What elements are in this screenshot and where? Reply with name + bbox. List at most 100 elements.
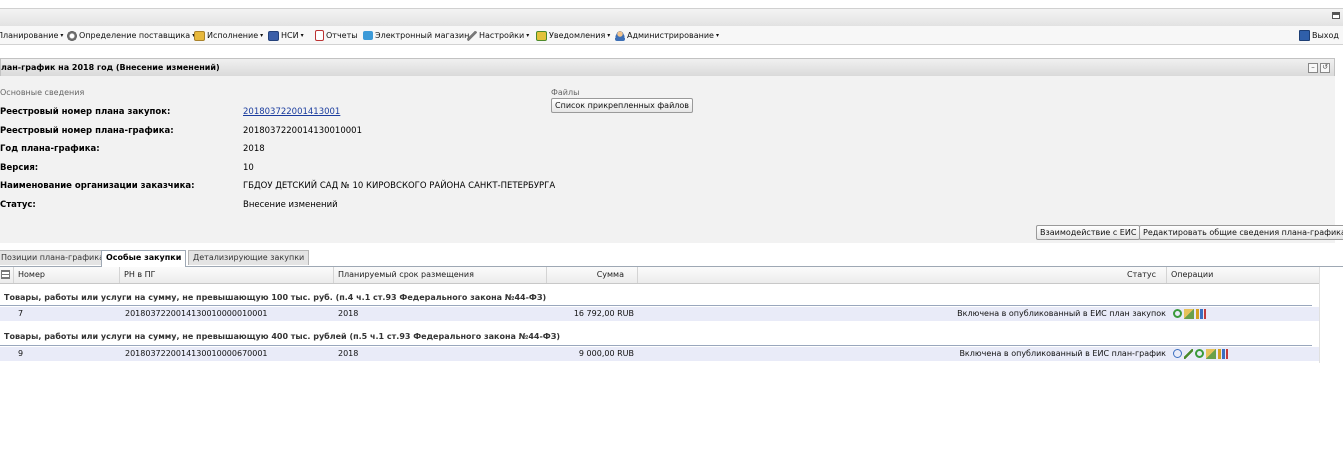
chart-icon[interactable]	[1218, 348, 1228, 359]
report-icon	[315, 30, 324, 41]
cell-rn: 2018037220014130010000670001	[125, 349, 268, 358]
history-icon[interactable]	[1173, 349, 1182, 358]
menu-label: Планирование	[0, 31, 59, 40]
refresh-arrows-icon[interactable]	[1195, 349, 1204, 358]
group-header[interactable]: Товары, работы или услуги на сумму, не п…	[4, 332, 560, 341]
attached-files-button[interactable]: Список прикрепленных файлов	[551, 98, 694, 113]
label-version: Версия:	[0, 163, 39, 173]
col-status[interactable]: Статус	[638, 267, 1167, 283]
cell-operations	[1173, 307, 1208, 321]
grid-scrollbar[interactable]	[1319, 267, 1329, 363]
table-row[interactable]: 9 2018037220014130010000670001 2018 9 00…	[0, 347, 1320, 361]
tab-detailed-purchases[interactable]: Детализирующие закупки	[188, 250, 310, 265]
menu-execution[interactable]: Исполнение ▾	[194, 30, 263, 41]
menu-planning[interactable]: Планирование ▾	[0, 30, 63, 41]
chevron-down-icon: ▾	[300, 32, 304, 39]
col-rn[interactable]: РН в ПГ	[120, 267, 334, 283]
cell-number: 7	[18, 309, 24, 318]
tab-special-purchases[interactable]: Особые закупки	[101, 250, 187, 267]
edit-general-info-button[interactable]: Редактировать общие сведения плана-графи…	[1139, 225, 1343, 240]
chevron-down-icon: ▾	[715, 32, 719, 39]
value-schedule-year: 2018	[243, 144, 265, 154]
menu-notifications[interactable]: Уведомления ▾	[536, 30, 610, 41]
chevron-down-icon: ▾	[526, 32, 530, 39]
value-version: 10	[243, 163, 254, 173]
section-files: Файлы	[551, 88, 580, 97]
pencil-icon[interactable]	[1184, 348, 1193, 359]
menu-label: НСИ	[281, 31, 299, 40]
window-titlebar	[0, 8, 1343, 27]
restore-window-icon[interactable]	[1332, 12, 1340, 19]
menu-label: Администрирование	[627, 31, 714, 40]
exit-icon	[1299, 30, 1310, 41]
col-operations[interactable]: Операции	[1167, 267, 1320, 283]
menu-supplier[interactable]: Определение поставщика▾	[67, 30, 195, 41]
menu-label: Электронный магазин	[375, 31, 470, 40]
plan-info-panel: Основные сведения Файлы Список прикрепле…	[0, 76, 1343, 243]
menu-nsi[interactable]: НСИ ▾	[268, 30, 304, 41]
label-customer-name: Наименование организации заказчика:	[0, 181, 195, 191]
chevron-down-icon: ▾	[260, 32, 264, 39]
chart-icon[interactable]	[1196, 308, 1206, 319]
menu-label: Исполнение	[207, 31, 259, 40]
menu-label: Уведомления	[549, 31, 606, 40]
book-icon	[268, 30, 279, 41]
group-divider	[0, 305, 1312, 306]
label-status: Статус:	[0, 200, 36, 210]
collapse-icon[interactable]: –	[1308, 63, 1318, 73]
refresh-arrows-icon[interactable]	[1173, 309, 1182, 318]
cell-operations	[1173, 347, 1230, 361]
cell-number: 9	[18, 349, 24, 358]
tab-plan-positions[interactable]: Позиции плана-графика	[0, 250, 109, 265]
top-strip	[0, 0, 1343, 8]
export-icon[interactable]	[1206, 348, 1216, 359]
menu-label: Отчеты	[326, 31, 358, 40]
cell-term: 2018	[338, 309, 359, 318]
cell-status: Включена в опубликованный в ЕИС план зак…	[957, 309, 1166, 318]
tab-bar: Позиции плана-графика Особые закупки Дет…	[0, 249, 1343, 267]
exit-label: Выход	[1312, 31, 1339, 40]
main-menu-bar: Планирование▾ Определение поставщика▾ Ис…	[0, 26, 1343, 45]
col-planned-term[interactable]: Планируемый срок размещения	[334, 267, 547, 283]
cell-sum: 9 000,00 RUB	[578, 349, 634, 358]
cell-term: 2018	[338, 349, 359, 358]
label-schedule-number: Реестровый номер плана-графика:	[0, 126, 174, 136]
group-divider	[0, 345, 1312, 346]
value-plan-number[interactable]: 201803722001413001	[243, 107, 340, 117]
chevron-down-icon: ▾	[60, 32, 64, 39]
col-number[interactable]: Номер	[14, 267, 120, 283]
menu-eshop[interactable]: Электронный магазин	[363, 30, 469, 41]
value-customer-name: ГБДОУ ДЕТСКИЙ САД № 10 КИРОВСКОГО РАЙОНА…	[243, 181, 556, 191]
cart-icon	[363, 31, 373, 40]
menu-label: Определение поставщика	[79, 31, 191, 40]
export-icon[interactable]	[1184, 308, 1194, 319]
notification-icon	[536, 30, 547, 41]
value-schedule-number: 2018037220014130010001	[243, 126, 362, 136]
panel-header: лан-график на 2018 год (Внесение изменен…	[0, 58, 1335, 77]
exit-button[interactable]: Выход	[1299, 30, 1339, 41]
cell-status: Включена в опубликованный в ЕИС план-гра…	[959, 349, 1166, 358]
value-status: Внесение изменений	[243, 200, 338, 210]
wrench-icon	[467, 30, 477, 41]
label-schedule-year: Год плана-графика:	[0, 144, 100, 154]
menu-label: Настройки	[479, 31, 525, 40]
table-row[interactable]: 7 2018037220014130010000010001 2018 16 7…	[0, 307, 1320, 321]
eis-interaction-button[interactable]: Взаимодействие с ЕИС	[1036, 225, 1141, 240]
menu-admin[interactable]: Администрирование ▾	[615, 30, 719, 41]
refresh-icon[interactable]: ↺	[1320, 63, 1330, 73]
grid-header: Номер РН в ПГ Планируемый срок размещени…	[0, 267, 1320, 284]
user-icon	[615, 30, 625, 41]
menu-settings[interactable]: Настройки ▾	[467, 30, 529, 41]
group-header[interactable]: Товары, работы или услуги на сумму, не п…	[4, 293, 546, 302]
menu-reports[interactable]: Отчеты	[315, 30, 358, 41]
chevron-down-icon: ▾	[607, 32, 611, 39]
cell-rn: 2018037220014130010000010001	[125, 309, 268, 318]
plan-number-link[interactable]: 201803722001413001	[243, 107, 340, 117]
section-main-info: Основные сведения	[0, 88, 85, 97]
label-plan-number: Реестровый номер плана закупок:	[0, 107, 171, 117]
folder-icon	[194, 30, 205, 41]
grid-menu-icon[interactable]	[0, 267, 14, 283]
cell-sum: 16 792,00 RUB	[573, 309, 634, 318]
col-sum[interactable]: Сумма	[547, 267, 638, 283]
panel-title: лан-график на 2018 год (Внесение изменен…	[1, 63, 220, 72]
